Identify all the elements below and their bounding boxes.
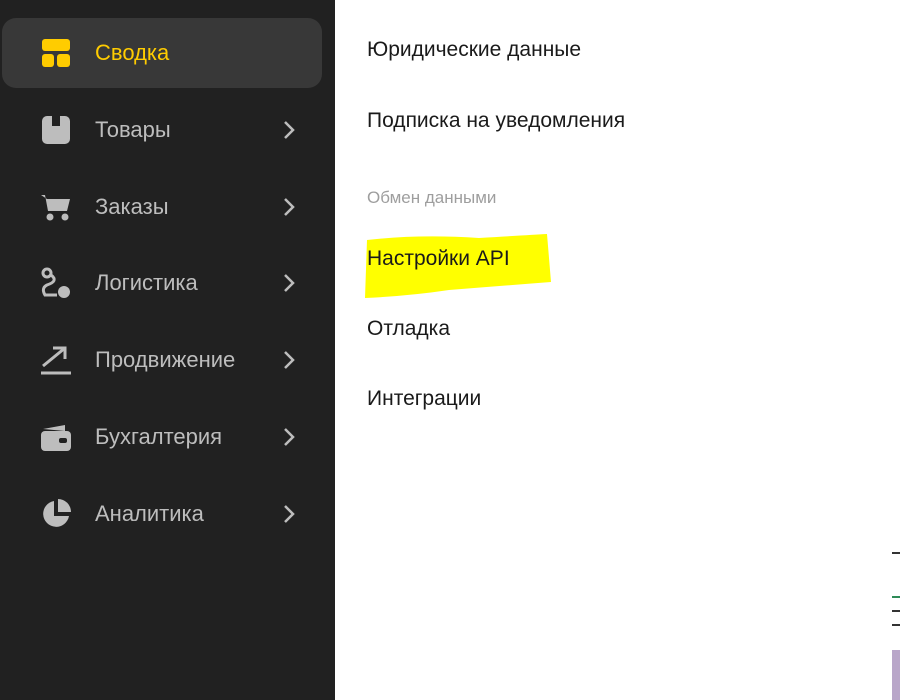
menu-link-debug[interactable]: Отладка: [367, 317, 450, 341]
sidebar-item-logistics[interactable]: Логистика: [2, 248, 322, 318]
box-icon: [38, 112, 74, 148]
sidebar-item-accounting[interactable]: Бухгалтерия: [2, 402, 322, 472]
cart-icon: [38, 189, 74, 225]
sidebar: Сводка Товары Заказы Логистика Продвижен…: [0, 0, 335, 700]
sidebar-item-label: Продвижение: [95, 347, 236, 372]
chevron-right-icon: [278, 270, 300, 296]
chevron-right-icon: [278, 424, 300, 450]
sidebar-item-label: Товары: [95, 117, 171, 142]
sidebar-item-label: Аналитика: [95, 501, 204, 526]
pie-chart-icon: [38, 496, 74, 532]
menu-link-integrations[interactable]: Интеграции: [367, 387, 481, 411]
background-page-edge: [892, 0, 900, 700]
sidebar-item-label: Логистика: [95, 270, 198, 295]
sidebar-item-summary[interactable]: Сводка: [2, 18, 322, 88]
sidebar-item-label: Сводка: [95, 40, 170, 65]
submenu-panel: Юридические данные Подписка на уведомлен…: [335, 0, 892, 700]
menu-link-notification-subscription[interactable]: Подписка на уведомления: [367, 109, 625, 133]
sidebar-item-products[interactable]: Товары: [2, 95, 322, 165]
sidebar-item-analytics[interactable]: Аналитика: [2, 479, 322, 549]
chevron-right-icon: [278, 194, 300, 220]
sidebar-item-label: Заказы: [95, 194, 169, 219]
route-icon: [38, 265, 74, 301]
wallet-icon: [38, 419, 74, 455]
section-heading-data-exchange: Обмен данными: [367, 188, 497, 207]
chevron-right-icon: [278, 117, 300, 143]
menu-link-api-settings[interactable]: Настройки API: [367, 247, 510, 271]
trend-up-icon: [38, 342, 74, 378]
sidebar-item-promotion[interactable]: Продвижение: [2, 325, 322, 395]
menu-link-legal-data[interactable]: Юридические данные: [367, 38, 581, 62]
sidebar-item-orders[interactable]: Заказы: [2, 172, 322, 242]
chevron-right-icon: [278, 501, 300, 527]
dashboard-icon: [38, 35, 74, 71]
chevron-right-icon: [278, 347, 300, 373]
sidebar-item-label: Бухгалтерия: [95, 424, 223, 449]
